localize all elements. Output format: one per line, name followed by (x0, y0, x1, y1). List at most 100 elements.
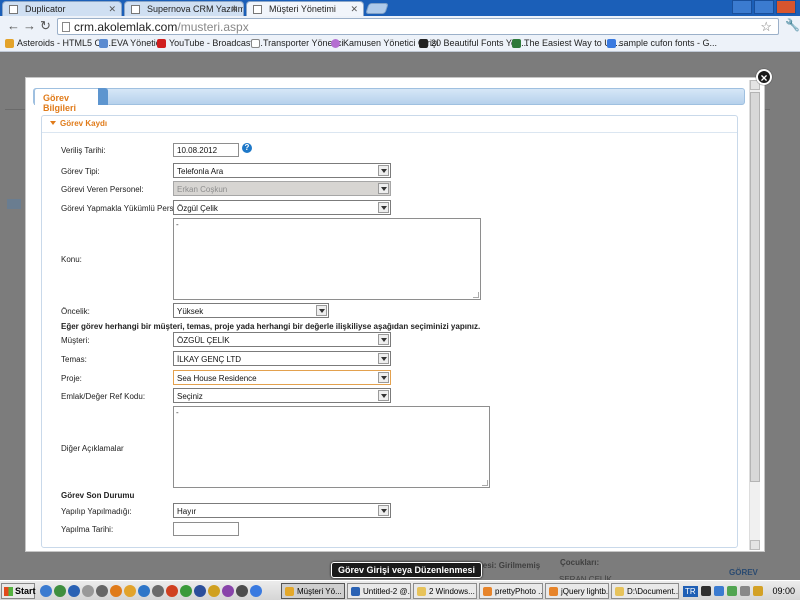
quicklaunch-icon[interactable] (152, 585, 164, 597)
scroll-thumb[interactable] (750, 92, 760, 482)
bookmark-favicon-icon (512, 39, 521, 48)
firefox-icon[interactable] (110, 585, 122, 597)
close-icon[interactable]: ✕ (350, 4, 358, 15)
select-value: İLKAY GENÇ LTD (177, 355, 242, 364)
taskbar-item[interactable]: D:\Document... (611, 583, 679, 599)
oncelik-select[interactable]: Yüksek (173, 303, 329, 318)
quicklaunch-icon[interactable] (54, 585, 66, 597)
konu-textarea[interactable]: - (173, 218, 481, 300)
lightbox-title: Görev Girişi veya Düzenlenmesi (331, 562, 483, 578)
yapilma-tarihi-label: Yapılma Tarihi: (61, 525, 114, 534)
browser-toolbar: ← → ↻ crm.akolemlak.com/musteri.aspx ☆ 🔧 (0, 16, 800, 36)
language-indicator[interactable]: TR (683, 585, 698, 597)
close-icon[interactable]: ✕ (230, 4, 238, 15)
opera-icon[interactable] (166, 585, 178, 597)
tray-icon[interactable] (752, 586, 763, 596)
bookmark-item[interactable]: Transporter Yönetici (251, 38, 344, 48)
windows-logo-icon (4, 587, 13, 596)
address-bar[interactable]: crm.akolemlak.com/musteri.aspx ☆ (57, 18, 779, 35)
gorev-tipi-select[interactable]: Telefonla Ara (173, 163, 391, 178)
new-tab-button[interactable] (365, 3, 389, 14)
resize-grip-icon[interactable] (473, 292, 479, 298)
quicklaunch-icon[interactable] (68, 585, 80, 597)
quicklaunch-icon[interactable] (138, 585, 150, 597)
section-header[interactable]: Görev Kaydı (50, 119, 107, 128)
bookmark-item[interactable]: YouTube - Broadcast ... (157, 38, 263, 48)
tray-icon[interactable] (713, 586, 724, 596)
maximize-button[interactable] (754, 0, 774, 14)
chrome-icon[interactable] (208, 585, 220, 597)
bookmark-page-icon (251, 39, 260, 48)
wrench-menu-icon[interactable]: 🔧 (785, 18, 800, 32)
bookmark-favicon-icon (419, 39, 428, 48)
musteri-select[interactable]: ÖZGÜL ÇELİK (173, 332, 391, 347)
yapilma-tarihi-input[interactable] (173, 522, 239, 536)
proje-select[interactable]: Sea House Residence (173, 370, 391, 385)
tray-icon[interactable] (726, 586, 737, 596)
modal-scrollbar[interactable] (749, 80, 760, 550)
verilis-tarihi-label: Veriliş Tarihi: (61, 146, 106, 155)
browser-tab-musteri[interactable]: Müşteri Yönetimi ✕ (246, 1, 364, 16)
select-value: Sea House Residence (177, 374, 257, 383)
quicklaunch-icon[interactable] (180, 585, 192, 597)
bookmark-item[interactable]: EVA Yönetici (99, 38, 162, 48)
quicklaunch-icon[interactable] (250, 585, 262, 597)
section-divider (42, 132, 737, 133)
taskbar-item[interactable]: jQuery lightb... (545, 583, 609, 599)
tab-corner (98, 88, 108, 105)
resize-grip-icon[interactable] (482, 480, 488, 486)
verilis-tarihi-input[interactable]: 10.08.2012 (173, 143, 239, 157)
window-close-button[interactable] (776, 0, 796, 14)
back-arrow-icon[interactable]: ← (7, 19, 20, 32)
browser-tab-duplicator[interactable]: Duplicator ✕ (2, 1, 122, 16)
diger-aciklamalar-textarea[interactable]: - (173, 406, 490, 488)
quicklaunch-icon[interactable] (96, 585, 108, 597)
textarea-value: - (176, 408, 179, 417)
close-icon[interactable]: ✕ (108, 4, 116, 15)
bookmark-favicon-icon (99, 39, 108, 48)
taskbar-item[interactable]: prettyPhoto ... (479, 583, 543, 599)
minimize-button[interactable] (732, 0, 752, 14)
bookmark-item[interactable]: sample cufon fonts - G... (607, 38, 717, 48)
chevron-down-icon (378, 165, 389, 176)
musteri-label: Müşteri: (61, 336, 90, 345)
photoshop-icon (351, 587, 360, 596)
taskbar-item[interactable]: Müşteri Yö... (281, 583, 345, 599)
tab-page-icon (253, 5, 262, 14)
quicklaunch-icon[interactable] (124, 585, 136, 597)
quicklaunch-icon[interactable] (222, 585, 234, 597)
select-value: Telefonla Ara (177, 167, 224, 176)
quicklaunch-icon[interactable] (236, 585, 248, 597)
emlak-ref-label: Emlak/Değer Ref Kodu: (61, 392, 146, 401)
chevron-down-icon (378, 372, 389, 383)
help-icon[interactable]: ? (242, 143, 252, 153)
oncelik-label: Öncelik: (61, 307, 90, 316)
chevron-down-icon (378, 353, 389, 364)
gorevi-yapmakla-select[interactable]: Özgül Çelik (173, 200, 391, 215)
modal-tab-bar: Görev Bilgileri (33, 88, 745, 113)
yapilip-select[interactable]: Hayır (173, 503, 391, 518)
task-label: prettyPhoto ... (495, 587, 543, 596)
tray-icon[interactable] (700, 586, 711, 596)
taskbar-item[interactable]: 2 Windows... (413, 583, 477, 599)
modal-close-button[interactable]: × (756, 69, 772, 85)
reload-icon[interactable]: ↻ (40, 19, 51, 32)
emlak-ref-select[interactable]: Seçiniz (173, 388, 391, 403)
temas-select[interactable]: İLKAY GENÇ LTD (173, 351, 391, 366)
google-icon (607, 39, 616, 48)
tab-gorev-bilgileri[interactable]: Görev Bilgileri (34, 88, 104, 113)
taskbar-item[interactable]: Untitled-2 @... (347, 583, 411, 599)
iliski-note: Eğer görev herhangi bir müşteri, temas, … (61, 322, 481, 331)
bookmark-star-icon[interactable]: ☆ (760, 19, 772, 35)
quicklaunch-icon[interactable] (40, 585, 52, 597)
browser-tab-supernova[interactable]: Supernova CRM Yazılımı ✕ (124, 1, 244, 16)
bookmark-item[interactable]: Asteroids - HTML5 Ca... (5, 38, 114, 48)
tray-icon[interactable] (739, 586, 750, 596)
folder-icon (417, 587, 426, 596)
quicklaunch-icon[interactable] (82, 585, 94, 597)
task-label: Untitled-2 @... (363, 587, 411, 596)
quicklaunch-icon[interactable] (194, 585, 206, 597)
scroll-down-icon[interactable] (750, 540, 760, 550)
forward-arrow-icon[interactable]: → (23, 19, 36, 32)
start-button[interactable]: Start (1, 583, 36, 599)
